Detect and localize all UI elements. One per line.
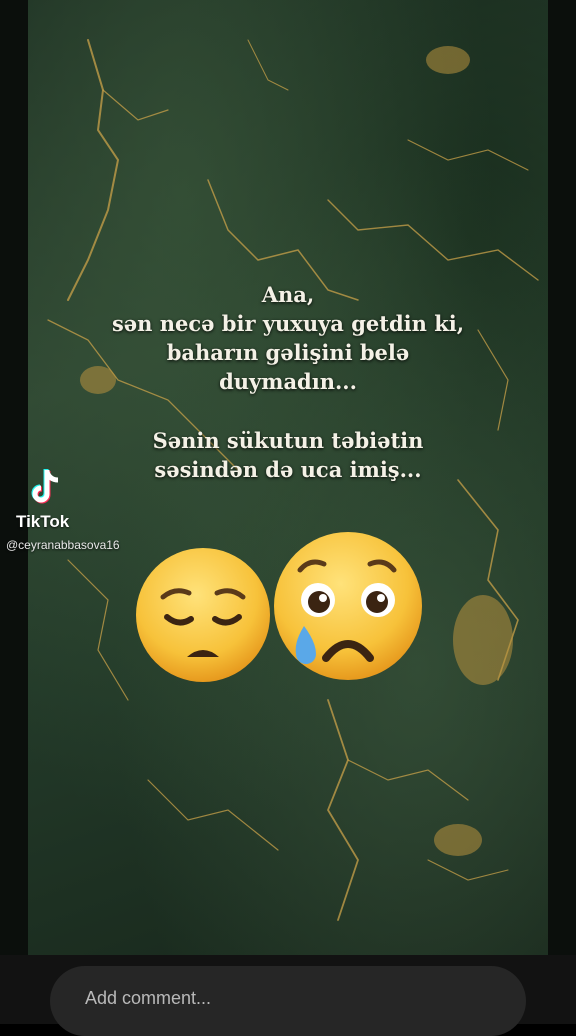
poem-text: Ana, sən necə bir yuxuya getdin ki, baha… bbox=[28, 280, 548, 484]
crying-face-icon bbox=[274, 532, 422, 680]
poem-line: sən necə bir yuxuya getdin ki, bbox=[111, 311, 465, 336]
poem-line: duymadın... bbox=[219, 369, 357, 394]
right-letterbox bbox=[548, 0, 576, 955]
tiktok-logo-icon bbox=[31, 469, 59, 504]
tiktok-brand: TikTok bbox=[16, 512, 70, 531]
pensive-face-icon bbox=[136, 548, 270, 682]
comment-placeholder: Add comment... bbox=[85, 988, 212, 1008]
left-letterbox bbox=[0, 0, 28, 955]
poem-line: Ana, bbox=[261, 282, 315, 307]
poem-line: Sənin sükutun təbiətin bbox=[152, 428, 424, 453]
poem-line: səsindən də uca imiş... bbox=[154, 457, 422, 482]
poem-line: baharın gəlişini belə bbox=[166, 340, 410, 365]
tiktok-username: @ceyranabbasova16 bbox=[6, 538, 120, 552]
